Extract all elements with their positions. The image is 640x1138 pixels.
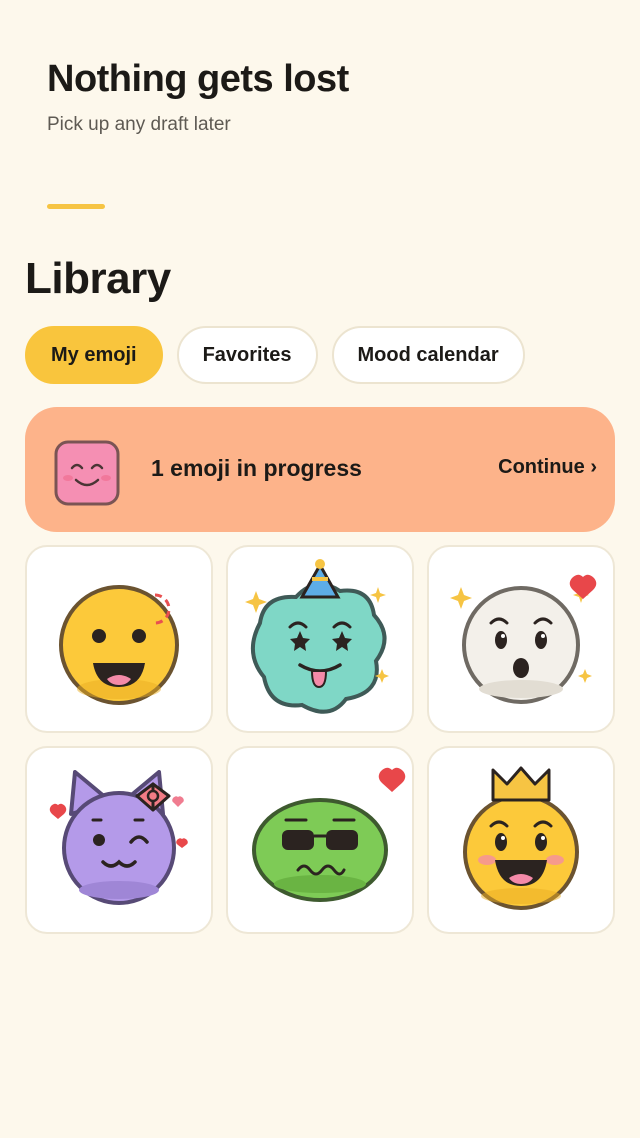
- emoji-card-green-sunglasses[interactable]: [226, 746, 414, 934]
- party-star-eyes-emoji-icon: [245, 559, 389, 714]
- in-progress-card[interactable]: 1 emoji in progress Continue ›: [25, 407, 615, 532]
- purple-cat-wink-emoji-icon: [49, 770, 188, 905]
- favorite-heart-icon[interactable]: [228, 748, 412, 932]
- emoji-card-party-star-eyes[interactable]: [226, 545, 414, 733]
- draft-emoji-thumbnail: [54, 440, 120, 506]
- page-headline: Nothing gets lost: [47, 58, 349, 100]
- page-subtitle: Pick up any draft later: [47, 114, 231, 135]
- favorite-heart-icon[interactable]: [429, 547, 613, 731]
- in-progress-label: 1 emoji in progress: [151, 455, 362, 481]
- tab-mood-calendar[interactable]: Mood calendar: [331, 326, 525, 384]
- tab-favorites[interactable]: Favorites: [176, 326, 318, 384]
- emoji-card-purple-cat[interactable]: [25, 746, 213, 934]
- library-title: Library: [25, 254, 171, 303]
- emoji-card-surprised-white[interactable]: [427, 545, 615, 733]
- continue-button[interactable]: Continue ›: [498, 456, 597, 479]
- yellow-grin-emoji-icon: [59, 585, 179, 705]
- emoji-card-yellow-grin[interactable]: [25, 545, 213, 733]
- emoji-card-crown-grin[interactable]: [427, 746, 615, 934]
- accent-divider: [47, 204, 105, 209]
- library-tabs: My emoji Favorites Mood calendar: [25, 326, 525, 384]
- tab-my-emoji[interactable]: My emoji: [25, 326, 163, 384]
- emoji-grid: [25, 545, 615, 934]
- crown-grin-emoji-icon: [463, 766, 579, 910]
